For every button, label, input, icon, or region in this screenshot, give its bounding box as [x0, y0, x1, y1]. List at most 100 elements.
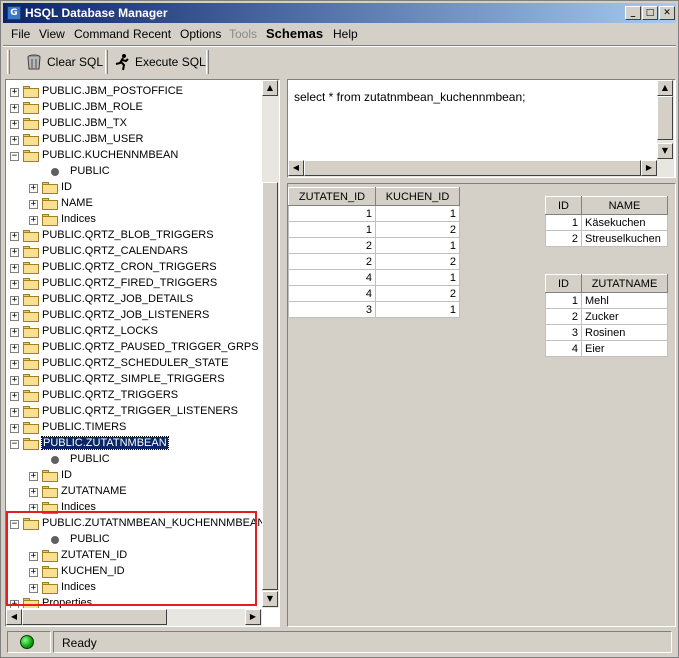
- column-header[interactable]: KUCHEN_ID: [375, 187, 460, 206]
- tree-node-table[interactable]: + PUBLIC.JBM_USER: [6, 132, 262, 148]
- execute-sql-button[interactable]: Execute SQL: [113, 50, 206, 74]
- expand-icon[interactable]: +: [10, 408, 19, 417]
- tree-node-table[interactable]: + PUBLIC.QRTZ_PAUSED_TRIGGER_GRPS: [6, 340, 262, 356]
- h-scroll-thumb[interactable]: [304, 160, 641, 176]
- table-cell[interactable]: 3: [545, 324, 582, 341]
- tree-node-table[interactable]: + PUBLIC.QRTZ_SCHEDULER_STATE: [6, 356, 262, 372]
- table-cell[interactable]: 4: [288, 285, 376, 302]
- scroll-down-button[interactable]: ▼: [262, 591, 278, 607]
- tree-node-table[interactable]: + PUBLIC.QRTZ_BLOB_TRIGGERS: [6, 228, 262, 244]
- table-row[interactable]: 41: [288, 269, 460, 286]
- column-header[interactable]: NAME: [581, 196, 668, 215]
- table-cell[interactable]: Streuselkuchen: [581, 230, 668, 247]
- expand-icon[interactable]: +: [10, 424, 19, 433]
- scroll-up-button[interactable]: ▲: [657, 80, 673, 96]
- menu-file[interactable]: File: [11, 27, 30, 41]
- scroll-left-button[interactable]: ◀: [6, 609, 22, 625]
- table-row[interactable]: 21: [288, 237, 460, 254]
- expand-icon[interactable]: +: [10, 328, 19, 337]
- tree-node-table[interactable]: − PUBLIC.KUCHENNMBEAN: [6, 148, 262, 164]
- tree-node-table[interactable]: + PUBLIC.TIMERS: [6, 420, 262, 436]
- expand-icon[interactable]: +: [29, 184, 38, 193]
- tree-node-table[interactable]: + PUBLIC.QRTZ_LOCKS: [6, 324, 262, 340]
- table-row[interactable]: 31: [288, 301, 460, 318]
- tree-node-table[interactable]: + PUBLIC.JBM_ROLE: [6, 100, 262, 116]
- expand-icon[interactable]: +: [10, 344, 19, 353]
- scroll-thumb[interactable]: [657, 96, 673, 140]
- table-cell[interactable]: 3: [288, 301, 376, 318]
- scroll-left-button[interactable]: ◀: [288, 160, 304, 176]
- table-cell[interactable]: 1: [375, 269, 460, 286]
- menu-command[interactable]: Command: [74, 27, 129, 41]
- table-row[interactable]: 3 Rosinen: [545, 324, 668, 341]
- tree-node-column[interactable]: + ID: [6, 180, 262, 196]
- minimize-button[interactable]: _: [625, 6, 641, 20]
- expand-icon[interactable]: +: [10, 312, 19, 321]
- table-cell[interactable]: 4: [288, 269, 376, 286]
- collapse-icon[interactable]: −: [10, 440, 19, 449]
- column-header[interactable]: ZUTATNAME: [581, 274, 668, 293]
- h-scroll-thumb[interactable]: [22, 609, 167, 625]
- tree-node-table[interactable]: + PUBLIC.JBM_TX: [6, 116, 262, 132]
- table-cell[interactable]: 1: [545, 292, 582, 309]
- table-row[interactable]: 22: [288, 253, 460, 270]
- toolbar-grip[interactable]: [7, 50, 10, 74]
- scroll-right-button[interactable]: ▶: [641, 160, 657, 176]
- collapse-icon[interactable]: −: [10, 152, 19, 161]
- tree-node-table[interactable]: + PUBLIC.QRTZ_CRON_TRIGGERS: [6, 260, 262, 276]
- table-cell[interactable]: Zucker: [581, 308, 668, 325]
- table-cell[interactable]: 2: [375, 253, 460, 270]
- table-cell[interactable]: Rosinen: [581, 324, 668, 341]
- expand-icon[interactable]: +: [29, 200, 38, 209]
- tree-node-table[interactable]: − PUBLIC.ZUTATNMBEAN: [6, 436, 262, 452]
- column-header[interactable]: ID: [545, 274, 582, 293]
- table-row[interactable]: 12: [288, 221, 460, 238]
- scroll-right-button[interactable]: ▶: [245, 609, 261, 625]
- tree-node-table[interactable]: + PUBLIC.QRTZ_CALENDARS: [6, 244, 262, 260]
- table-cell[interactable]: 2: [288, 237, 376, 254]
- tree-node-column[interactable]: + NAME: [6, 196, 262, 212]
- tree-node-schema[interactable]: PUBLIC: [6, 164, 262, 180]
- tree-node-column[interactable]: + Indices: [6, 212, 262, 228]
- expand-icon[interactable]: +: [10, 88, 19, 97]
- column-header[interactable]: ZUTATEN_ID: [288, 187, 376, 206]
- table-cell[interactable]: Käsekuchen: [581, 214, 668, 231]
- expand-icon[interactable]: +: [29, 488, 38, 497]
- table-cell[interactable]: 1: [288, 205, 376, 222]
- table-cell[interactable]: 1: [375, 301, 460, 318]
- menu-view[interactable]: View: [39, 27, 65, 41]
- title-bar[interactable]: G HSQL Database Manager _ □ ✕: [3, 3, 676, 23]
- expand-icon[interactable]: +: [10, 264, 19, 273]
- zutaten-table[interactable]: ID ZUTATNAME 1 Mehl 2 Zucker 3 Rosinen 4 Eier: [545, 274, 668, 357]
- tree-node-table[interactable]: + PUBLIC.JBM_POSTOFFICE: [6, 84, 262, 100]
- table-row[interactable]: 2 Streuselkuchen: [545, 230, 668, 247]
- table-cell[interactable]: 4: [545, 340, 582, 357]
- table-cell[interactable]: 2: [545, 308, 582, 325]
- table-cell[interactable]: Eier: [581, 340, 668, 357]
- table-cell[interactable]: 2: [288, 253, 376, 270]
- table-row[interactable]: 2 Zucker: [545, 308, 668, 325]
- table-row[interactable]: 11: [288, 205, 460, 222]
- expand-icon[interactable]: +: [10, 104, 19, 113]
- expand-icon[interactable]: +: [10, 360, 19, 369]
- table-cell[interactable]: 2: [375, 221, 460, 238]
- menu-recent[interactable]: Recent: [133, 27, 171, 41]
- tree-node-table[interactable]: + PUBLIC.QRTZ_TRIGGER_LISTENERS: [6, 404, 262, 420]
- close-button[interactable]: ✕: [659, 6, 675, 20]
- tree-node-table[interactable]: + PUBLIC.QRTZ_TRIGGERS: [6, 388, 262, 404]
- tree-horizontal-scrollbar[interactable]: ◀ ▶: [6, 609, 262, 626]
- menu-options[interactable]: Options: [180, 27, 221, 41]
- expand-icon[interactable]: +: [10, 248, 19, 257]
- expand-icon[interactable]: +: [10, 296, 19, 305]
- tree-node-table[interactable]: + PUBLIC.QRTZ_FIRED_TRIGGERS: [6, 276, 262, 292]
- expand-icon[interactable]: +: [29, 472, 38, 481]
- expand-icon[interactable]: +: [10, 392, 19, 401]
- table-row[interactable]: 1 Käsekuchen: [545, 214, 668, 231]
- table-row[interactable]: 4 Eier: [545, 340, 668, 357]
- table-cell[interactable]: 2: [545, 230, 582, 247]
- scroll-down-button[interactable]: ▼: [657, 143, 673, 159]
- table-cell[interactable]: 1: [375, 237, 460, 254]
- tree-node-table[interactable]: + PUBLIC.QRTZ_JOB_DETAILS: [6, 292, 262, 308]
- column-header[interactable]: ID: [545, 196, 582, 215]
- sql-vertical-scrollbar[interactable]: ▲ ▼: [657, 80, 674, 160]
